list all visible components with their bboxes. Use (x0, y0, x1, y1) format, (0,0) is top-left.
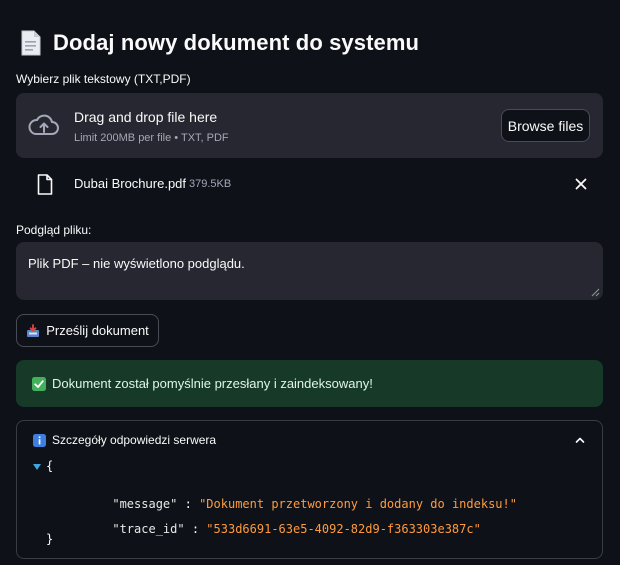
uploaded-file-size: 379.5KB (189, 178, 232, 190)
document-icon (21, 30, 41, 56)
json-entry: "trace_id" : "533d6691-63e5-4092-82d9-f3… (112, 522, 481, 536)
json-key: "trace_id" (112, 522, 185, 536)
server-response-expander: Szczegóły odpowiedzi serwera { "message"… (16, 420, 603, 559)
submit-document-button[interactable]: Prześlij dokument (16, 314, 159, 347)
cloud-upload-icon (28, 114, 59, 135)
json-value: "533d6691-63e5-4092-82d9-f363303e387c" (206, 522, 481, 536)
preview-label: Podgląd pliku: (16, 223, 92, 237)
file-icon (37, 174, 53, 195)
success-alert: Dokument został pomyślnie przesłany i za… (16, 360, 603, 407)
preview-textarea[interactable]: Plik PDF – nie wyświetlono podglądu. (16, 242, 603, 300)
uploader-label: Wybierz plik tekstowy (TXT,PDF) (16, 72, 191, 86)
uploaded-file-name: Dubai Brochure.pdf (74, 176, 187, 191)
resize-handle-icon[interactable] (591, 288, 600, 297)
expander-title: Szczegóły odpowiedzi serwera (52, 433, 217, 447)
chevron-up-icon[interactable] (574, 434, 586, 446)
file-dropzone[interactable]: Drag and drop file here Limit 200MB per … (16, 93, 603, 158)
info-icon (33, 433, 46, 447)
success-message: Dokument został pomyślnie przesłany i za… (52, 376, 373, 391)
inbox-tray-icon (27, 323, 40, 337)
json-close-brace: } (46, 532, 54, 546)
collapse-toggle-icon[interactable] (33, 464, 41, 470)
submit-button-label: Prześlij dokument (46, 323, 149, 338)
page-title: Dodaj nowy dokument do systemu (53, 30, 420, 55)
page-header: Dodaj nowy dokument do systemu (20, 28, 419, 58)
browse-files-button[interactable]: Browse files (501, 109, 590, 142)
dropzone-instructions: Drag and drop file here (74, 109, 218, 125)
json-open-brace: { (46, 459, 54, 473)
check-mark-icon (32, 376, 46, 391)
close-icon[interactable] (573, 176, 589, 192)
dropzone-limit: Limit 200MB per file • TXT, PDF (74, 132, 229, 144)
expander-header[interactable]: Szczegóły odpowiedzi serwera (33, 433, 216, 447)
